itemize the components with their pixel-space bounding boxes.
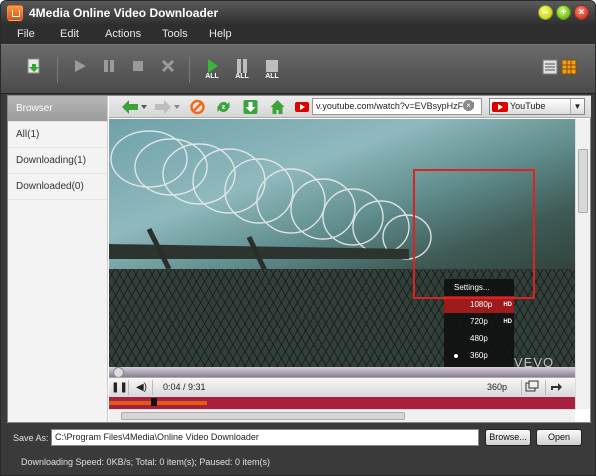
browser-nav-bar: v.youtube.com/watch?v=EVBsypHzF3U × YouT…	[109, 96, 591, 118]
sidebar-item-all[interactable]: All(1)	[8, 122, 107, 148]
home-icon[interactable]	[269, 99, 286, 115]
open-button[interactable]: Open	[536, 429, 582, 446]
play-button[interactable]	[67, 54, 93, 86]
list-view-icon	[542, 59, 558, 75]
horizontal-scrollbar[interactable]	[109, 409, 575, 422]
vevo-watermark: VEVO	[514, 355, 555, 367]
quality-option-label: 720p	[470, 317, 488, 326]
menu-edit[interactable]: Edit	[60, 28, 79, 40]
pause-button[interactable]: ❚❚	[111, 380, 129, 395]
quality-option-720p[interactable]: 720p HD	[444, 313, 514, 330]
share-icon[interactable]	[545, 380, 565, 395]
pause-all-button[interactable]: ALL	[229, 54, 255, 86]
toolbar: ALL ALL ALL	[1, 44, 595, 94]
stop-button[interactable]	[125, 54, 151, 86]
refresh-icon[interactable]	[215, 99, 232, 115]
volume-icon[interactable]: ◀)	[131, 380, 153, 395]
current-quality-dot-icon	[454, 354, 458, 358]
pause-all-icon	[237, 59, 247, 73]
delete-icon	[161, 59, 175, 73]
play-all-label: ALL	[205, 73, 219, 80]
pause-icon	[104, 60, 114, 72]
stop-all-icon	[266, 60, 278, 72]
hd-badge: HD	[503, 302, 512, 308]
quality-option-360p[interactable]: 360p	[444, 347, 514, 364]
chevron-down-icon[interactable]: ▼	[570, 99, 584, 114]
delete-button[interactable]	[155, 54, 181, 86]
list-view-button[interactable]	[541, 59, 559, 77]
browse-button[interactable]: Browse...	[485, 429, 531, 446]
popout-icon[interactable]	[521, 380, 541, 395]
minimize-button[interactable]: –	[538, 5, 553, 20]
address-input[interactable]: v.youtube.com/watch?v=EVBsypHzF3U	[312, 98, 482, 115]
add-download-button[interactable]	[21, 54, 47, 86]
play-all-button[interactable]: ALL	[199, 54, 225, 86]
play-all-icon	[208, 59, 218, 73]
player-controls: ❚❚ ◀) 0:04 / 9:31 360p	[109, 377, 575, 397]
download-video-icon[interactable]	[242, 99, 259, 115]
buffered-progress	[109, 401, 207, 405]
time-display: 0:04 / 9:31	[163, 382, 206, 392]
scroll-thumb[interactable]	[578, 149, 588, 213]
vertical-scrollbar[interactable]	[575, 119, 590, 409]
quality-option-480p[interactable]: 480p	[444, 330, 514, 347]
pause-button[interactable]	[96, 54, 122, 86]
title-bar: 4Media Online Video Downloader – + ×	[1, 1, 595, 25]
quality-menu-highlight	[413, 169, 535, 299]
site-selector[interactable]: YouTube ▼	[489, 98, 585, 115]
maximize-button[interactable]: +	[556, 5, 571, 20]
menu-tools[interactable]: Tools	[162, 28, 188, 40]
site-favicon-icon	[295, 102, 309, 112]
sidebar: Browser All(1) Downloading(1) Downloaded…	[8, 96, 108, 422]
save-path-input[interactable]: C:\Program Files\4Media\Online Video Dow…	[51, 429, 479, 446]
quality-button[interactable]: 360p	[487, 382, 507, 392]
add-download-icon	[27, 58, 40, 74]
quality-option-label: 480p	[470, 334, 488, 343]
app-logo-icon	[7, 5, 23, 21]
playback-position-marker	[151, 398, 157, 406]
back-icon[interactable]	[121, 99, 147, 115]
sidebar-item-downloaded[interactable]: Downloaded(0)	[8, 174, 107, 200]
close-button[interactable]: ×	[574, 5, 589, 20]
stop-loading-icon[interactable]	[189, 99, 206, 115]
site-selector-label: YouTube	[510, 101, 546, 111]
grid-view-icon	[561, 59, 577, 75]
sidebar-item-browser[interactable]: Browser	[8, 96, 107, 122]
menu-bar: File Edit Actions Tools Help	[1, 25, 595, 44]
pause-all-label: ALL	[235, 73, 249, 80]
grid-view-button[interactable]	[560, 59, 578, 77]
forward-icon[interactable]	[154, 99, 180, 115]
quality-option-label: 360p	[470, 351, 488, 360]
stop-all-button[interactable]: ALL	[259, 54, 285, 86]
buffer-bar	[109, 397, 575, 409]
app-window: 4Media Online Video Downloader – + × Fil…	[0, 0, 596, 476]
menu-actions[interactable]: Actions	[105, 28, 141, 40]
clear-address-icon[interactable]: ×	[463, 100, 474, 111]
window-title: 4Media Online Video Downloader	[29, 6, 219, 20]
stop-icon	[133, 61, 143, 71]
video-progress-bar[interactable]	[109, 367, 575, 378]
youtube-logo-icon	[492, 102, 508, 112]
hd-badge: HD	[503, 319, 512, 325]
menu-help[interactable]: Help	[209, 28, 232, 40]
stop-all-label: ALL	[265, 73, 279, 80]
save-as-label: Save As:	[13, 433, 49, 443]
scroll-thumb[interactable]	[121, 412, 405, 420]
menu-file[interactable]: File	[17, 28, 35, 40]
sidebar-item-downloading[interactable]: Downloading(1)	[8, 148, 107, 174]
quality-option-label: 1080p	[470, 300, 493, 309]
footer: Save As: C:\Program Files\4Media\Online …	[1, 424, 595, 475]
status-text: Downloading Speed: 0KB/s; Total: 0 item(…	[21, 457, 270, 467]
play-icon	[75, 60, 86, 72]
